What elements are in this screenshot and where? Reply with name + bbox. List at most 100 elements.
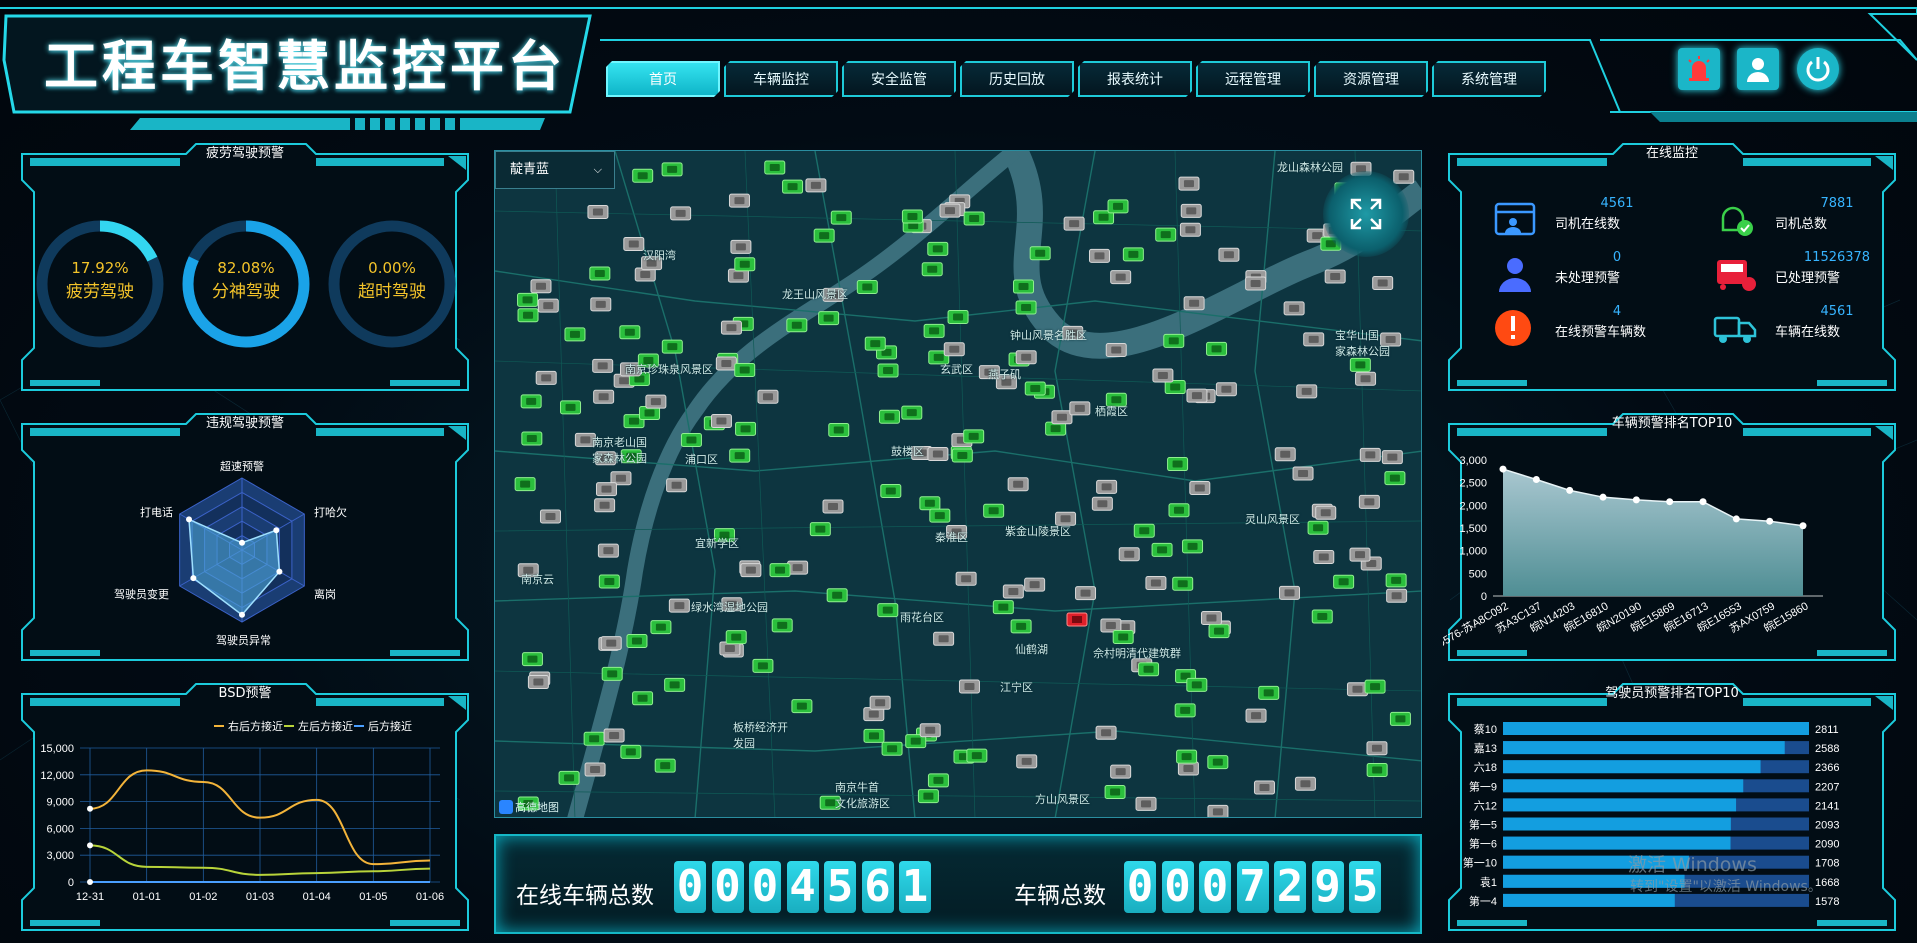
vehicle-online-marker[interactable] [963, 211, 985, 226]
vehicle-offline-marker[interactable] [1296, 384, 1318, 399]
vehicle-online-marker[interactable] [830, 210, 852, 225]
vehicle-offline-marker[interactable] [955, 571, 977, 586]
vehicle-offline-marker[interactable] [1294, 776, 1316, 791]
vehicle-online-marker[interactable] [601, 666, 623, 681]
vehicle-online-marker[interactable] [864, 336, 886, 351]
vehicle-online-marker[interactable] [769, 563, 791, 578]
vehicle-online-marker[interactable] [966, 748, 988, 763]
vehicle-online-marker[interactable] [1168, 503, 1190, 518]
vehicle-offline-marker[interactable] [1179, 222, 1201, 237]
nav-system[interactable]: 系统管理 [1432, 61, 1546, 97]
vehicle-offline-marker[interactable] [1303, 332, 1325, 347]
vehicle-offline-marker[interactable] [1381, 450, 1403, 465]
vehicle-online-marker[interactable] [771, 618, 793, 633]
vehicle-online-marker[interactable] [983, 503, 1005, 518]
vehicle-online-marker[interactable] [791, 699, 813, 714]
vehicle-offline-marker[interactable] [933, 631, 955, 646]
vehicle-offline-marker[interactable] [805, 178, 827, 193]
vehicle-offline-marker[interactable] [740, 563, 762, 578]
vehicle-offline-marker[interactable] [1016, 754, 1038, 769]
vehicle-online-marker[interactable] [1167, 457, 1189, 472]
vehicle-online-marker[interactable] [919, 496, 941, 511]
vehicle-offline-marker[interactable] [584, 762, 606, 777]
vehicle-offline-marker[interactable] [1024, 577, 1046, 592]
vehicle-offline-marker[interactable] [1135, 796, 1157, 811]
vehicle-offline-marker[interactable] [537, 298, 559, 313]
vehicle-offline-marker[interactable] [720, 320, 742, 335]
vehicle-offline-marker[interactable] [822, 499, 844, 514]
vehicle-offline-marker[interactable] [539, 509, 561, 524]
vehicle-online-marker[interactable] [680, 433, 702, 448]
nav-resources[interactable]: 资源管理 [1314, 61, 1428, 97]
vehicle-online-marker[interactable] [517, 308, 539, 323]
vehicle-alarm-marker[interactable] [1066, 612, 1088, 627]
vehicle-offline-marker[interactable] [869, 695, 891, 710]
vehicle-offline-marker[interactable] [1200, 610, 1222, 625]
vehicle-offline-marker[interactable] [927, 447, 949, 462]
vehicle-offline-marker[interactable] [666, 478, 688, 493]
vehicle-offline-marker[interactable] [1100, 618, 1122, 633]
vehicle-online-marker[interactable] [1138, 662, 1160, 677]
vehicle-online-marker[interactable] [734, 257, 756, 272]
vehicle-online-marker[interactable] [992, 600, 1014, 615]
vehicle-offline-marker[interactable] [1253, 780, 1275, 795]
user-icon[interactable] [1737, 48, 1779, 90]
vehicle-online-marker[interactable] [619, 325, 641, 340]
vehicle-online-marker[interactable] [1174, 703, 1196, 718]
vehicle-offline-marker[interactable] [535, 370, 557, 385]
vehicle-offline-marker[interactable] [590, 297, 612, 312]
vehicle-online-marker[interactable] [654, 758, 676, 773]
vehicle-online-marker[interactable] [1104, 785, 1126, 800]
vehicle-offline-marker[interactable] [1096, 479, 1118, 494]
vehicle-offline-marker[interactable] [645, 394, 667, 409]
vehicle-offline-marker[interactable] [1069, 401, 1091, 416]
vehicle-offline-marker[interactable] [715, 356, 737, 371]
vehicle-online-marker[interactable] [764, 160, 786, 175]
vehicle-online-marker[interactable] [598, 574, 620, 589]
vehicle-offline-marker[interactable] [943, 342, 965, 357]
fullscreen-button[interactable] [1323, 171, 1409, 257]
vehicle-online-marker[interactable] [1107, 199, 1129, 214]
vehicle-offline-marker[interactable] [1279, 585, 1301, 600]
vehicle-online-marker[interactable] [826, 588, 848, 603]
vehicle-offline-marker[interactable] [1372, 276, 1394, 291]
vehicle-online-marker[interactable] [1029, 246, 1051, 261]
vehicle-online-marker[interactable] [929, 508, 951, 523]
vehicle-online-marker[interactable] [661, 162, 683, 177]
vehicle-offline-marker[interactable] [600, 636, 622, 651]
vehicle-offline-marker[interactable] [595, 482, 617, 497]
vehicle-online-marker[interactable] [1208, 624, 1230, 639]
vehicle-online-marker[interactable] [517, 292, 539, 307]
vehicle-online-marker[interactable] [725, 630, 747, 645]
vehicle-offline-marker[interactable] [1349, 547, 1371, 562]
vehicle-offline-marker[interactable] [1063, 216, 1085, 231]
vehicle-online-marker[interactable] [901, 405, 923, 420]
vehicle-online-marker[interactable] [521, 652, 543, 667]
vehicle-offline-marker[interactable] [1218, 247, 1240, 262]
vehicle-offline-marker[interactable] [1315, 505, 1337, 520]
vehicle-online-marker[interactable] [1013, 279, 1035, 294]
vehicle-online-marker[interactable] [1024, 381, 1046, 396]
vehicle-online-marker[interactable] [782, 179, 804, 194]
vehicle-online-marker[interactable] [1307, 520, 1329, 535]
vehicle-online-marker[interactable] [878, 409, 900, 424]
vehicle-offline-marker[interactable] [597, 543, 619, 558]
vehicle-online-marker[interactable] [632, 168, 654, 183]
vehicle-online-marker[interactable] [1015, 300, 1037, 315]
vehicle-online-marker[interactable] [558, 770, 580, 785]
vehicle-offline-marker[interactable] [1274, 447, 1296, 462]
vehicle-offline-marker[interactable] [1189, 480, 1211, 495]
vehicle-offline-marker[interactable] [1075, 586, 1097, 601]
vehicle-online-marker[interactable] [729, 448, 751, 463]
vehicle-offline-marker[interactable] [1180, 203, 1202, 218]
vehicle-offline-marker[interactable] [1105, 343, 1127, 358]
vehicle-offline-marker[interactable] [919, 723, 941, 738]
vehicle-online-marker[interactable] [927, 773, 949, 788]
vehicle-online-marker[interactable] [1333, 574, 1355, 589]
vehicle-online-marker[interactable] [877, 603, 899, 618]
vehicle-offline-marker[interactable] [1095, 725, 1117, 740]
vehicle-offline-marker[interactable] [1110, 764, 1132, 779]
vehicle-offline-marker[interactable] [1145, 575, 1167, 590]
vehicle-online-marker[interactable] [863, 728, 885, 743]
vehicle-online-marker[interactable] [1151, 542, 1173, 557]
